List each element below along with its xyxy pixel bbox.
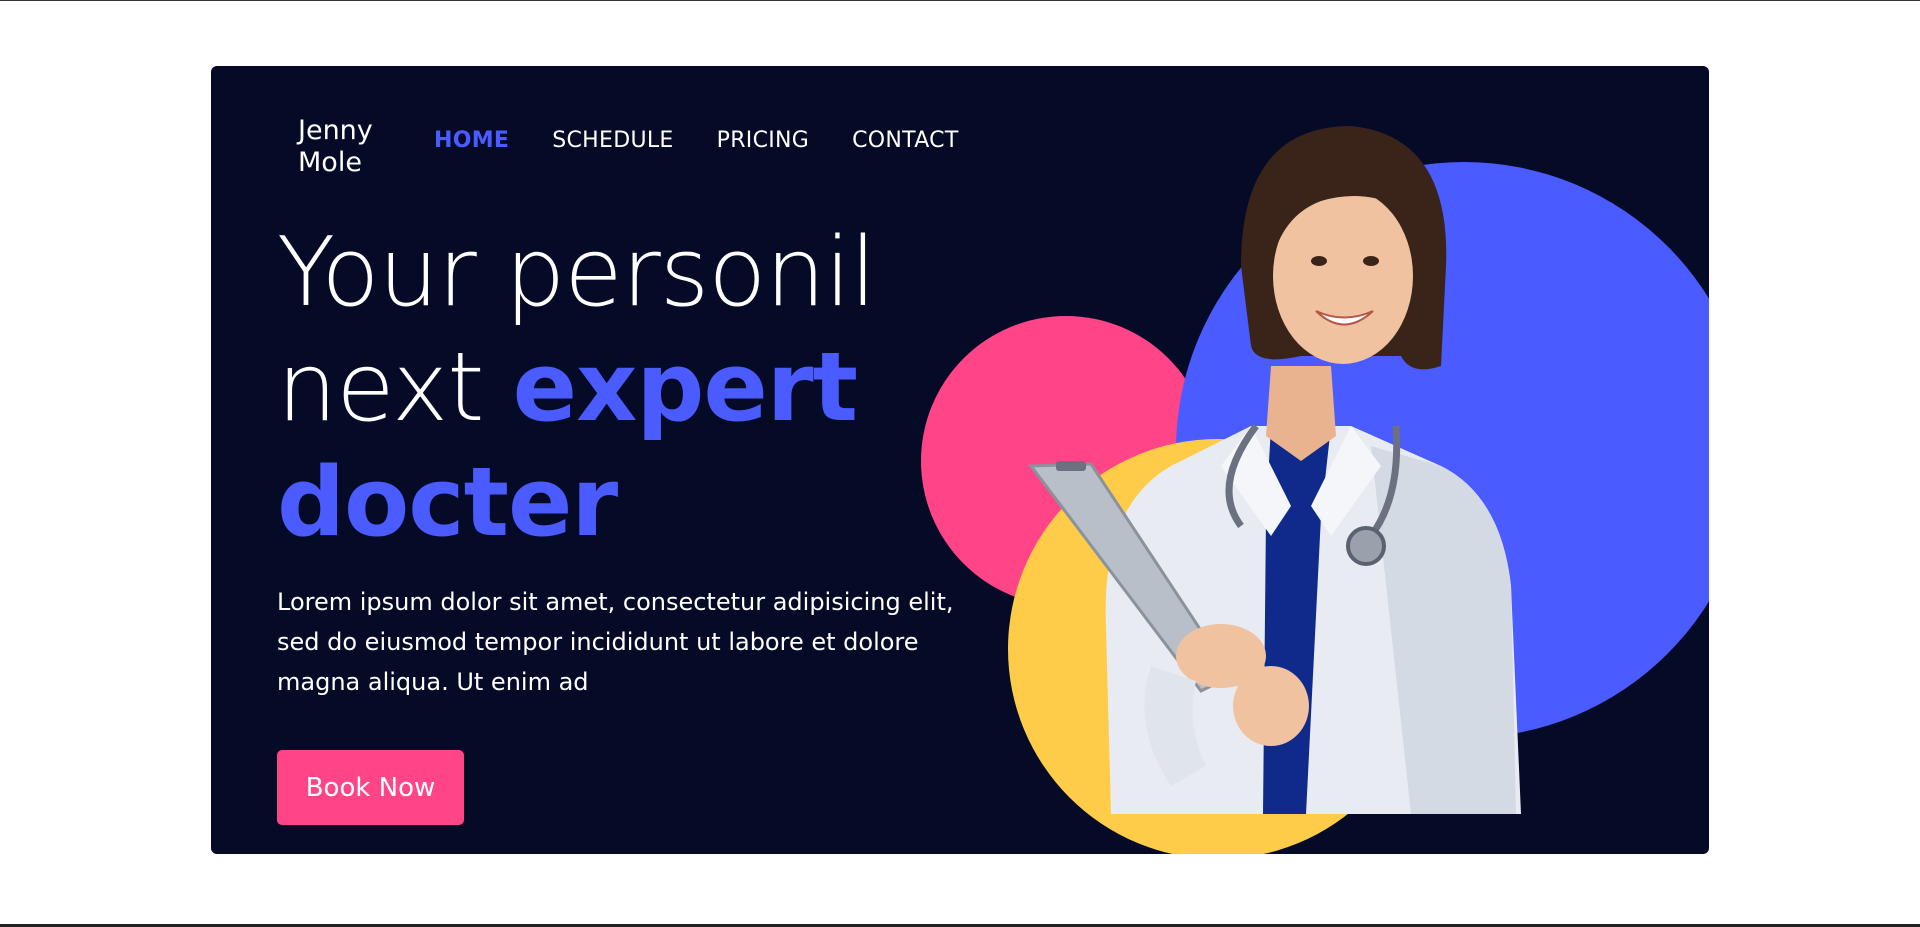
headline-line-1: Your personil	[277, 218, 876, 328]
headline-accent-2: docter	[277, 448, 618, 558]
nav-item-pricing[interactable]: PRICING	[717, 128, 810, 153]
headline-line-2: next	[277, 333, 513, 443]
brand-logo[interactable]: Jenny Mole	[298, 115, 408, 179]
nav-item-contact[interactable]: CONTACT	[852, 128, 958, 153]
brand-line-2: Mole	[298, 147, 362, 178]
hero-description: Lorem ipsum dolor sit amet, consectetur …	[277, 588, 954, 696]
brand-line-1: Jenny	[298, 115, 373, 146]
book-now-button[interactable]: Book Now	[277, 750, 464, 825]
hero-section: Jenny Mole HOME SCHEDULE PRICING CONTACT…	[211, 66, 1709, 854]
headline-accent-1: expert	[512, 333, 858, 443]
nav-item-home[interactable]: HOME	[434, 128, 509, 153]
hero-headline: Your personil next expert docter	[277, 216, 997, 561]
main-nav: HOME SCHEDULE PRICING CONTACT	[434, 128, 1002, 153]
window-top-border	[0, 0, 1920, 1]
nav-item-schedule[interactable]: SCHEDULE	[552, 128, 673, 153]
